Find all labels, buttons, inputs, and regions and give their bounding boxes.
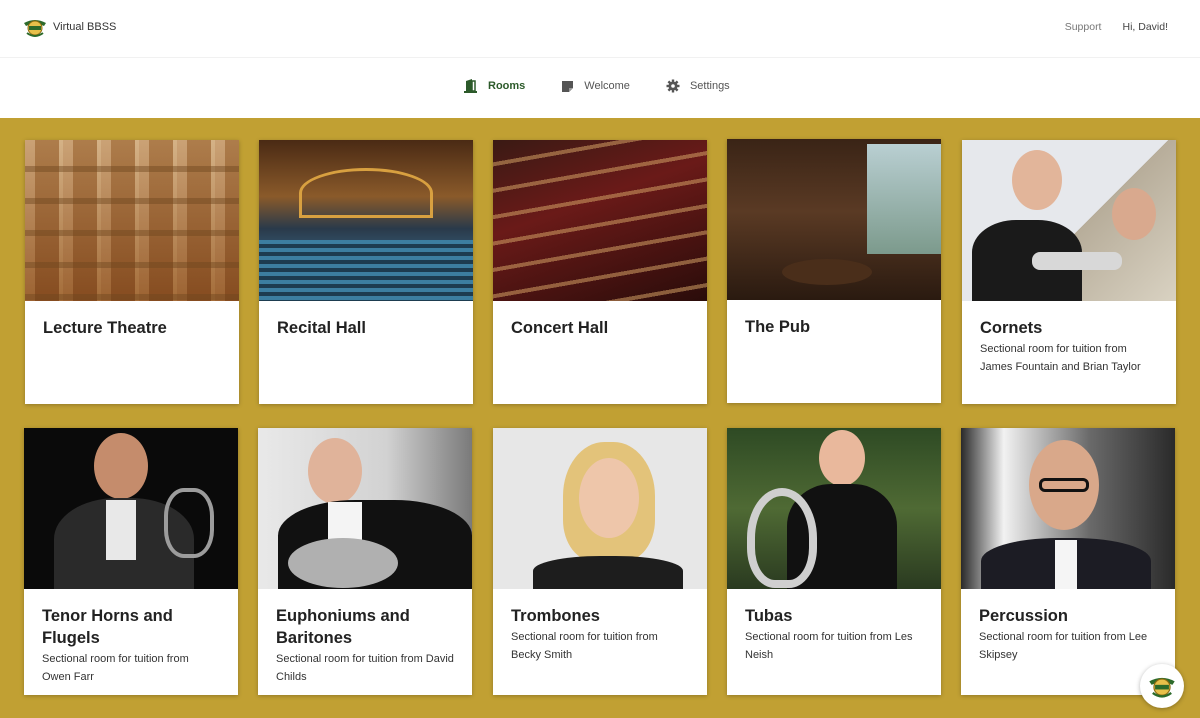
cornet-players-photo bbox=[962, 140, 1176, 301]
room-card-lecture-theatre[interactable]: Lecture Theatre bbox=[25, 140, 239, 404]
tab-welcome[interactable]: Welcome bbox=[561, 80, 630, 93]
tab-settings[interactable]: Settings bbox=[666, 79, 730, 93]
support-link[interactable]: Support bbox=[1065, 21, 1102, 33]
user-menu[interactable]: Hi, David! bbox=[1122, 21, 1168, 33]
tab-settings-label: Settings bbox=[689, 80, 730, 92]
room-title: Percussion bbox=[979, 607, 1068, 625]
room-card-euphoniums-and-baritones[interactable]: Euphoniums and Baritones Sectional room … bbox=[258, 428, 472, 695]
room-title: The Pub bbox=[745, 318, 811, 336]
room-description: Sectional room for tuition from James Fo… bbox=[980, 343, 1141, 373]
euphonium-player-photo bbox=[258, 428, 472, 589]
tab-rooms-label: Rooms bbox=[488, 80, 526, 92]
room-title: Concert Hall bbox=[511, 319, 609, 337]
room-description: Sectional room for tuition from David Ch… bbox=[276, 653, 454, 683]
room-card-percussion[interactable]: Percussion Sectional room for tuition fr… bbox=[961, 428, 1175, 695]
brand[interactable]: Virtual BBSS bbox=[22, 14, 116, 40]
recital-hall-photo bbox=[259, 140, 473, 301]
room-title: Tenor Horns and Flugels bbox=[42, 607, 173, 647]
room-card-concert-hall[interactable]: Concert Hall bbox=[493, 140, 707, 404]
tab-list: Rooms Welcome Settings bbox=[463, 79, 766, 93]
room-card-tenor-horns-and-flugels[interactable]: Tenor Horns and Flugels Sectional room f… bbox=[24, 428, 238, 695]
nav-bar: Rooms Welcome Settings bbox=[0, 57, 1200, 118]
bbss-crest-logo bbox=[1149, 677, 1175, 698]
room-title: Tubas bbox=[745, 607, 793, 625]
room-title: Cornets bbox=[980, 319, 1043, 337]
tab-rooms[interactable]: Rooms bbox=[463, 79, 525, 93]
door-icon bbox=[464, 79, 477, 93]
room-title: Trombones bbox=[511, 607, 600, 625]
gear-icon bbox=[666, 79, 680, 93]
room-title: Recital Hall bbox=[277, 319, 366, 337]
room-card-recital-hall[interactable]: Recital Hall bbox=[259, 140, 473, 404]
room-card-the-pub[interactable]: The Pub bbox=[727, 139, 941, 403]
room-title: Euphoniums and Baritones bbox=[276, 607, 410, 647]
percussion-teacher-photo bbox=[961, 428, 1175, 589]
room-card-trombones[interactable]: Trombones Sectional room for tuition fro… bbox=[493, 428, 707, 695]
trombone-teacher-photo bbox=[493, 428, 707, 589]
room-card-cornets[interactable]: Cornets Sectional room for tuition from … bbox=[962, 140, 1176, 404]
bbss-crest-logo bbox=[24, 20, 46, 37]
tab-welcome-label: Welcome bbox=[584, 80, 630, 92]
tenor-horn-player-photo bbox=[24, 428, 238, 589]
pub-interior-photo bbox=[727, 139, 941, 300]
room-description: Sectional room for tuition from Becky Sm… bbox=[511, 631, 658, 661]
concert-hall-balconies-photo bbox=[493, 140, 707, 301]
bbss-crest-button[interactable] bbox=[1140, 664, 1184, 708]
room-card-tubas[interactable]: Tubas Sectional room for tuition from Le… bbox=[727, 428, 941, 695]
room-title: Lecture Theatre bbox=[43, 319, 167, 337]
lecture-theatre-seats-photo bbox=[25, 140, 239, 301]
top-bar: Virtual BBSS Support Hi, David! bbox=[0, 0, 1200, 57]
tuba-player-photo bbox=[727, 428, 941, 589]
room-description: Sectional room for tuition from Lee Skip… bbox=[979, 631, 1148, 661]
app-name: Virtual BBSS bbox=[53, 21, 117, 33]
note-icon bbox=[562, 80, 574, 92]
room-description: Sectional room for tuition from Owen Far… bbox=[42, 653, 189, 683]
room-description: Sectional room for tuition from Les Neis… bbox=[745, 631, 913, 661]
